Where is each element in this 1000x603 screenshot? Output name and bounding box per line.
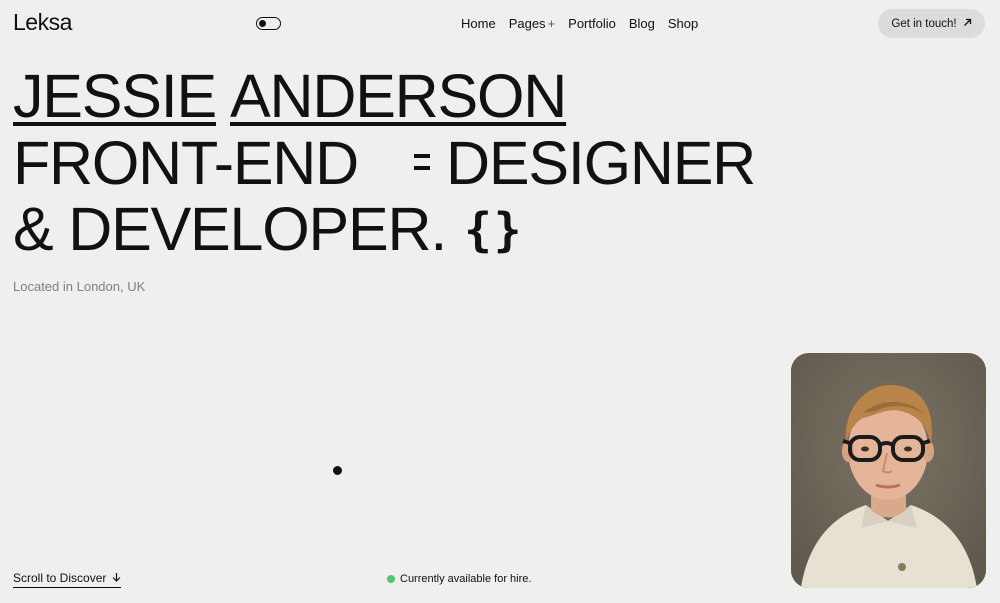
scroll-label: Scroll to Discover xyxy=(13,571,107,585)
page: Leksa Home Pages + Portfolio Blog Shop Ge… xyxy=(0,0,1000,603)
theme-toggle[interactable] xyxy=(256,17,281,30)
portrait-photo xyxy=(791,353,986,588)
hero-name: JESSIE ANDERSON xyxy=(13,66,567,127)
plus-icon: + xyxy=(547,16,556,31)
braces-icon: {} xyxy=(464,203,524,257)
nav-item-home[interactable]: Home xyxy=(461,16,496,31)
nav-item-shop[interactable]: Shop xyxy=(668,16,698,31)
nav-item-blog[interactable]: Blog xyxy=(629,16,655,31)
availability-status: Currently available for hire. xyxy=(387,573,531,585)
nav-item-portfolio[interactable]: Portfolio xyxy=(568,16,616,31)
hero-role-line: FRONT-END DESIGNER xyxy=(13,133,756,194)
get-in-touch-button[interactable]: Get in touch! xyxy=(878,9,985,38)
hero-role-right: DESIGNER xyxy=(446,129,756,197)
nav-item-pages-label: Pages xyxy=(508,16,546,31)
arrow-up-right-icon xyxy=(963,18,972,30)
location-text: Located in London, UK xyxy=(13,279,146,294)
status-dot-icon xyxy=(387,575,395,583)
nav-item-pages[interactable]: Pages + xyxy=(509,16,555,31)
status-text: Currently available for hire. xyxy=(400,573,532,585)
hero-developer-text: & DEVELOPER. xyxy=(13,195,447,263)
hero-role-left: FRONT-END xyxy=(13,129,359,197)
scroll-to-discover-link[interactable]: Scroll to Discover xyxy=(13,571,122,588)
dash-glyph-icon xyxy=(414,154,436,178)
hero-first-name[interactable]: JESSIE xyxy=(13,62,217,130)
arrow-down-icon xyxy=(112,571,121,585)
logo[interactable]: Leksa xyxy=(13,9,72,36)
get-in-touch-label: Get in touch! xyxy=(891,17,957,30)
cursor-dot xyxy=(333,466,342,475)
hero-last-name[interactable]: ANDERSON xyxy=(230,62,567,130)
hero-developer-line: & DEVELOPER.{} xyxy=(13,199,523,265)
main-nav: Home Pages + Portfolio Blog Shop xyxy=(461,16,698,31)
toggle-knob xyxy=(258,19,266,27)
